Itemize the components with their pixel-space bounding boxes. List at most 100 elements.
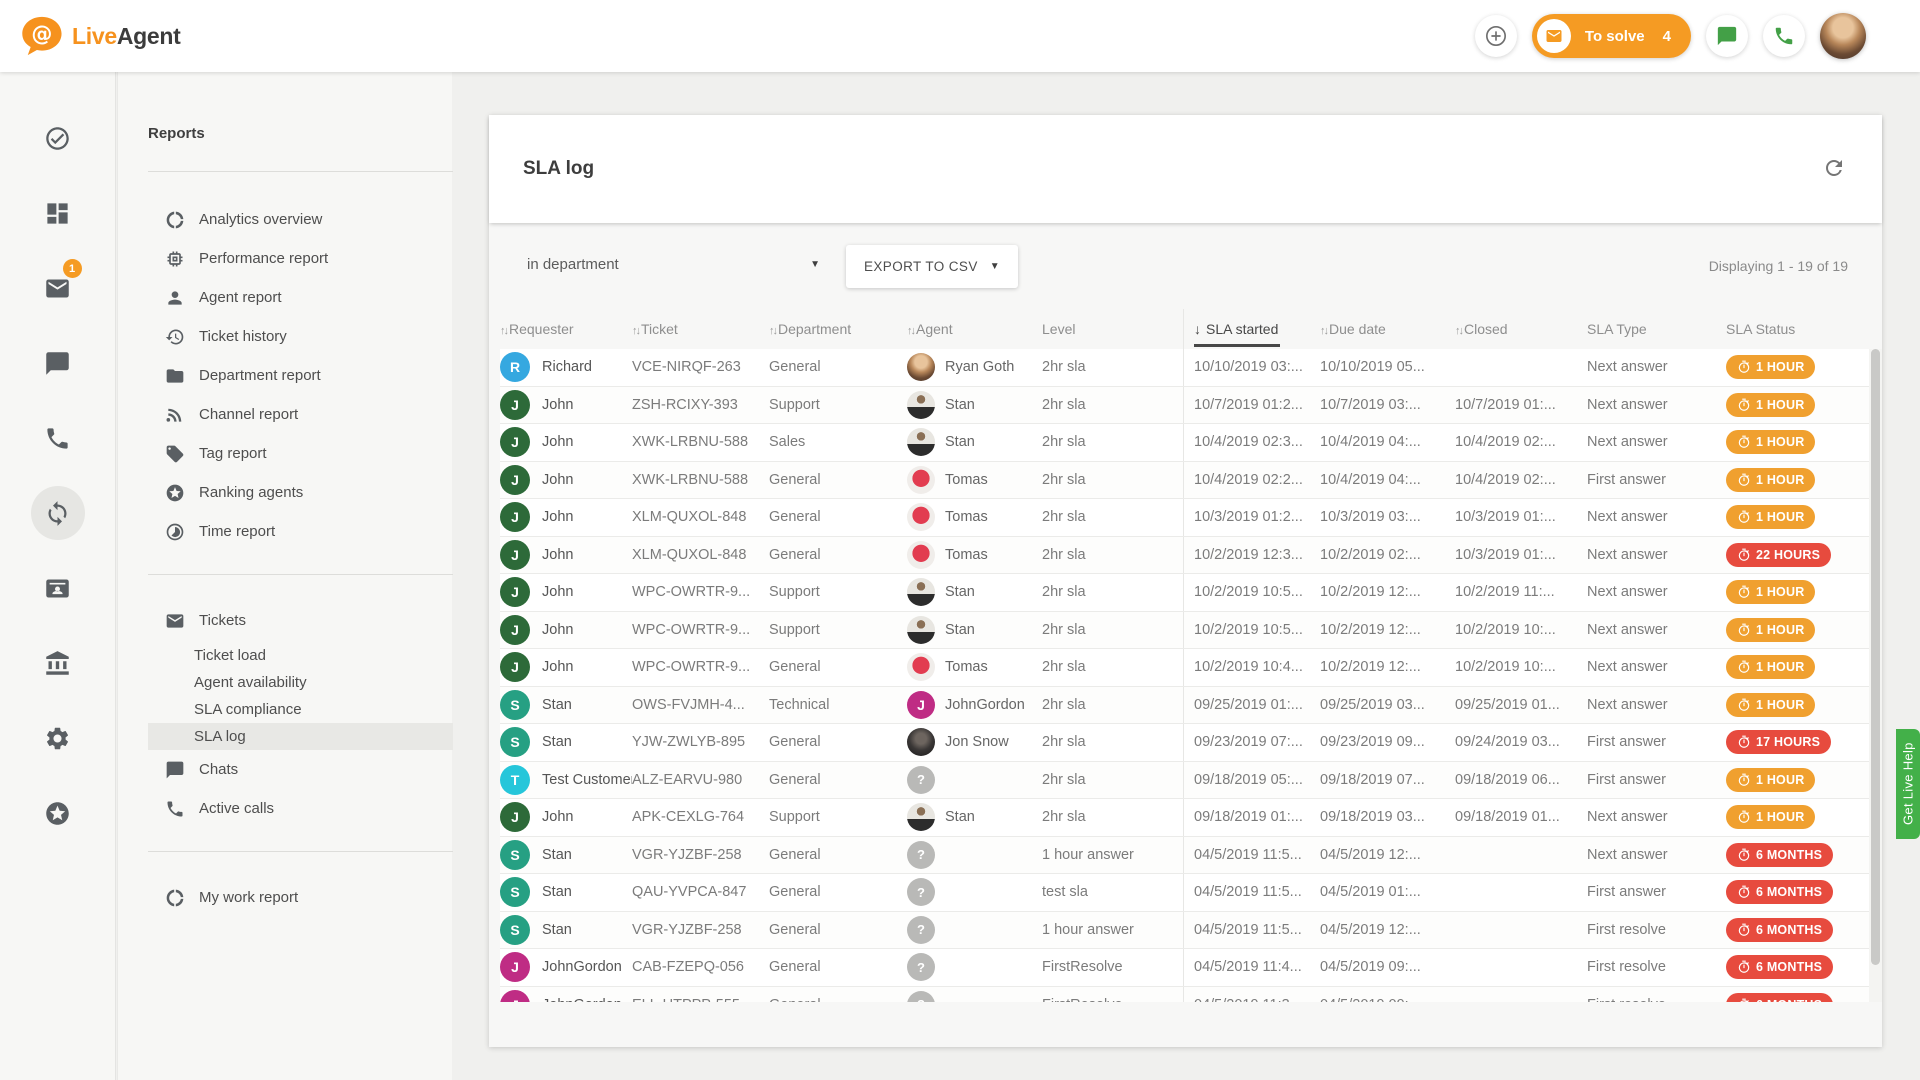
menu-item-label: Performance report xyxy=(199,250,328,267)
menu-item-agent-report[interactable]: Agent report xyxy=(148,278,453,317)
sla-type-cell: Next answer xyxy=(1587,612,1726,649)
column-header-department[interactable]: ↑↓Department xyxy=(769,309,907,349)
menu-item-my-work-report[interactable]: My work report xyxy=(148,878,453,917)
menu-item-time-report[interactable]: Time report xyxy=(148,512,453,551)
table-row[interactable]: JJohnWPC-OWRTR-9...SupportStan2hr sla10/… xyxy=(500,612,1882,650)
rail-item-gamification[interactable] xyxy=(30,792,86,834)
stopwatch-icon xyxy=(1737,773,1751,787)
sla-status-cell: 1 HOUR xyxy=(1726,499,1869,536)
column-header-due-date[interactable]: ↑↓Due date xyxy=(1320,309,1455,349)
agent-name: Tomas xyxy=(945,547,988,563)
table-row[interactable]: JJohnWPC-OWRTR-9...GeneralTomas2hr sla10… xyxy=(500,649,1882,687)
menu-item-sla-compliance[interactable]: SLA compliance xyxy=(148,696,453,723)
column-header-closed[interactable]: ↑↓Closed xyxy=(1455,309,1587,349)
agent-avatar xyxy=(907,578,935,606)
department-filter-select[interactable]: in department ▼ xyxy=(527,256,820,277)
agent-cell: ? xyxy=(907,762,1042,799)
menu-item-channel-report[interactable]: Channel report xyxy=(148,395,453,434)
table-row[interactable]: SStanOWS-FVJMH-4...TechnicalJJohnGordon2… xyxy=(500,687,1882,725)
sla-type-cell: Next answer xyxy=(1587,387,1726,424)
level-cell: 2hr sla xyxy=(1042,649,1183,686)
menu-item-label: Tickets xyxy=(199,612,246,629)
table-row[interactable]: JJohnZSH-RCIXY-393SupportStan2hr sla10/7… xyxy=(500,387,1882,425)
rail-item-tickets[interactable]: 1 xyxy=(30,267,86,309)
to-solve-button[interactable]: To solve 4 xyxy=(1532,14,1691,58)
due-date-cell: 09/18/2019 07... xyxy=(1320,762,1455,799)
ticket-cell: YJW-ZWLYB-895 xyxy=(632,724,769,761)
menu-item-tickets[interactable]: Tickets xyxy=(148,601,453,640)
rail-item-customer-portal[interactable] xyxy=(30,642,86,684)
refresh-button[interactable] xyxy=(1822,156,1848,182)
column-header-agent[interactable]: ↑↓Agent xyxy=(907,309,1042,349)
table-row[interactable]: SStanQAU-YVPCA-847General?test sla04/5/2… xyxy=(500,874,1882,912)
scrollbar-thumb[interactable] xyxy=(1871,349,1880,965)
refresh-icon xyxy=(1822,156,1846,180)
bank-icon xyxy=(44,650,71,677)
table-row[interactable]: RRichardVCE-NIRQF-263GeneralRyan Goth2hr… xyxy=(500,349,1882,387)
rail-item-dashboard[interactable] xyxy=(30,192,86,234)
to-solve-mail-circle xyxy=(1537,19,1571,53)
rail-item-configuration[interactable] xyxy=(30,717,86,759)
table-row[interactable]: JJohnGordonELL-UTPPP-555General?FirstRes… xyxy=(500,987,1882,1003)
rail-item-calls[interactable] xyxy=(30,417,86,459)
agent-avatar xyxy=(907,616,935,644)
sync-icon xyxy=(44,500,71,527)
unread-badge: 1 xyxy=(63,259,82,278)
table-row[interactable]: JJohnWPC-OWRTR-9...SupportStan2hr sla10/… xyxy=(500,574,1882,612)
table-row[interactable]: JJohnAPK-CEXLG-764SupportStan2hr sla09/1… xyxy=(500,799,1882,837)
menu-item-sla-log[interactable]: SLA log xyxy=(148,723,453,750)
get-live-help-tab[interactable]: Get Live Help xyxy=(1896,729,1920,839)
department-cell: Sales xyxy=(769,424,907,461)
menu-item-ticket-load[interactable]: Ticket load xyxy=(148,642,453,669)
menu-item-chats[interactable]: Chats xyxy=(148,750,453,789)
table-row[interactable]: JJohnXLM-QUXOL-848GeneralTomas2hr sla10/… xyxy=(500,499,1882,537)
table-row[interactable]: SStanYJW-ZWLYB-895GeneralJon Snow2hr sla… xyxy=(500,724,1882,762)
menu-item-ticket-history[interactable]: Ticket history xyxy=(148,317,453,356)
sla-type-cell: First resolve xyxy=(1587,987,1726,1003)
agent-cell: Tomas xyxy=(907,537,1042,574)
menu-item-tag-report[interactable]: Tag report xyxy=(148,434,453,473)
sla-status-cell: 1 HOUR xyxy=(1726,574,1869,611)
start-chat-button[interactable] xyxy=(1706,15,1748,57)
menu-item-active-calls[interactable]: Active calls xyxy=(148,789,453,828)
rail-item-chats[interactable] xyxy=(30,342,86,384)
sla-type-cell: Next answer xyxy=(1587,687,1726,724)
menu-item-performance-report[interactable]: Performance report xyxy=(148,239,453,278)
user-avatar[interactable] xyxy=(1820,13,1866,59)
ticket-cell: OWS-FVJMH-4... xyxy=(632,687,769,724)
table-row[interactable]: SStanVGR-YJZBF-258General?1 hour answer0… xyxy=(500,912,1882,950)
sla-status-cell: 1 HOUR xyxy=(1726,649,1869,686)
menu-item-label: Analytics overview xyxy=(199,211,322,228)
table-row[interactable]: TTest CustomerALZ-EARVU-980General?2hr s… xyxy=(500,762,1882,800)
table-row[interactable]: JJohnXWK-LRBNU-588SalesStan2hr sla10/4/2… xyxy=(500,424,1882,462)
menu-item-agent-availability[interactable]: Agent availability xyxy=(148,669,453,696)
column-header-ticket[interactable]: ↑↓Ticket xyxy=(632,309,769,349)
table-row[interactable]: JJohnGordonCAB-FZEPQ-056General?FirstRes… xyxy=(500,949,1882,987)
sla-started-cell: 09/18/2019 01:... xyxy=(1183,799,1320,836)
rail-item-contacts[interactable] xyxy=(30,567,86,609)
liveagent-logo[interactable]: @ LiveAgent xyxy=(18,15,181,57)
rail-item-tasks[interactable] xyxy=(30,117,86,159)
agent-avatar xyxy=(907,728,935,756)
sla-started-cell: 04/5/2019 11:5... xyxy=(1183,874,1320,911)
sla-status-badge: 6 MONTHS xyxy=(1726,955,1833,979)
table-row[interactable]: SStanVGR-YJZBF-258General?1 hour answer0… xyxy=(500,837,1882,875)
filter-value: in department xyxy=(527,256,619,273)
export-csv-label: EXPORT TO CSV xyxy=(864,259,978,274)
sla-status-badge: 1 HOUR xyxy=(1726,618,1815,642)
start-call-button[interactable] xyxy=(1763,15,1805,57)
column-header-sla-started[interactable]: ↓SLA started xyxy=(1183,309,1320,349)
left-rail: 1 xyxy=(0,72,116,1080)
sla-status-label: 6 MONTHS xyxy=(1756,885,1822,899)
menu-item-department-report[interactable]: Department report xyxy=(148,356,453,395)
add-button[interactable] xyxy=(1475,15,1517,57)
table-row[interactable]: JJohnXWK-LRBNU-588GeneralTomas2hr sla10/… xyxy=(500,462,1882,500)
export-csv-button[interactable]: EXPORT TO CSV ▼ xyxy=(846,245,1018,288)
column-header-requester[interactable]: ↑↓Requester xyxy=(500,309,632,349)
menu-item-ranking-agents[interactable]: Ranking agents xyxy=(148,473,453,512)
table-scrollbar[interactable] xyxy=(1869,349,1882,1002)
rail-item-reports[interactable] xyxy=(30,492,86,534)
table-row[interactable]: JJohnXLM-QUXOL-848GeneralTomas2hr sla10/… xyxy=(500,537,1882,575)
menu-item-analytics-overview[interactable]: Analytics overview xyxy=(148,200,453,239)
column-header-inner: ↑↓Department xyxy=(769,321,851,337)
